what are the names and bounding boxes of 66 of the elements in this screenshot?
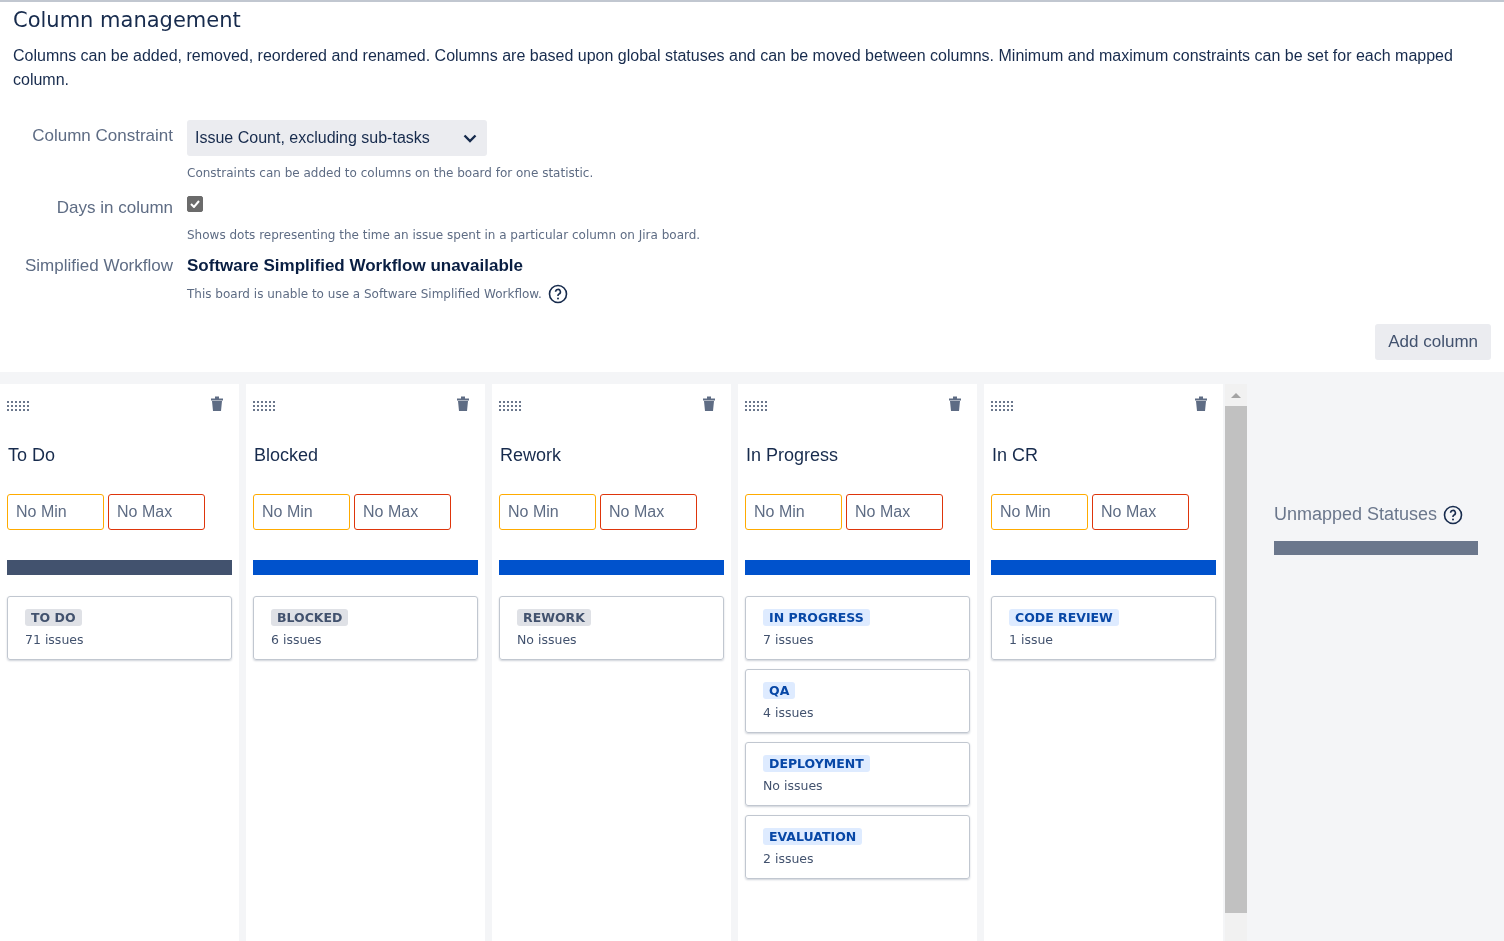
- status-lozenge: CODE REVIEW: [1009, 609, 1119, 626]
- unmapped-title: Unmapped Statuses: [1274, 504, 1438, 525]
- issue-count: 7 issues: [763, 632, 814, 647]
- trash-icon[interactable]: [948, 396, 962, 411]
- workflow-status-text: Software Simplified Workflow unavailable: [187, 256, 524, 276]
- status-card[interactable]: BLOCKED 6 issues: [253, 596, 478, 660]
- trash-icon[interactable]: [1194, 396, 1208, 411]
- status-card[interactable]: REWORK No issues: [499, 596, 724, 660]
- issue-count: No issues: [763, 778, 823, 793]
- column-name[interactable]: Blocked: [254, 445, 478, 466]
- status-card[interactable]: TO DO 71 issues: [7, 596, 232, 660]
- max-input-field[interactable]: No Max: [600, 494, 697, 530]
- column-name[interactable]: In CR: [992, 445, 1216, 466]
- status-lozenge: BLOCKED: [271, 609, 349, 626]
- column-name[interactable]: To Do: [8, 445, 232, 466]
- status-lozenge: DEPLOYMENT: [763, 755, 870, 772]
- status-card[interactable]: EVALUATION 2 issues: [745, 815, 970, 879]
- chevron-down-icon: [463, 133, 477, 143]
- min-input-field[interactable]: No Min: [7, 494, 104, 530]
- trash-icon[interactable]: [456, 396, 470, 411]
- status-lozenge: IN PROGRESS: [763, 609, 870, 626]
- max-input-field[interactable]: No Max: [108, 494, 205, 530]
- drag-handle-icon[interactable]: [253, 399, 276, 412]
- status-card[interactable]: CODE REVIEW 1 issue: [991, 596, 1216, 660]
- description-text: Columns can be added, removed, reordered and renamed. Columns are based upon global statuses and can be moved between columns. Minimum and maximum constraints can be set for each mapped column.: [13, 46, 1454, 90]
- checkbox[interactable]: [187, 196, 203, 212]
- trash-icon[interactable]: [210, 396, 224, 411]
- max-input-field[interactable]: No Max: [354, 494, 451, 530]
- status-lozenge: EVALUATION: [763, 828, 863, 845]
- help-text: This board is unable to use a Software Simplified Workflow.: [187, 287, 542, 301]
- issue-count: 4 issues: [763, 705, 814, 720]
- column-name[interactable]: In Progress: [746, 445, 970, 466]
- min-input-field[interactable]: No Min: [253, 494, 350, 530]
- min-input-field[interactable]: No Min: [745, 494, 842, 530]
- add-column-button[interactable]: Add column: [1375, 324, 1491, 360]
- issue-count: 71 issues: [25, 632, 84, 647]
- min-input-field[interactable]: No Min: [991, 494, 1088, 530]
- help-icon[interactable]: [1443, 504, 1464, 525]
- trash-icon[interactable]: [702, 396, 716, 411]
- status-lozenge: REWORK: [517, 609, 591, 626]
- status-card[interactable]: QA 4 issues: [745, 669, 970, 733]
- column-name[interactable]: Rework: [500, 445, 724, 466]
- min-input-field[interactable]: No Min: [499, 494, 596, 530]
- help-text: Constraints can be added to columns on the board for one statistic.: [187, 166, 595, 180]
- help-text: Shows dots representing the time an issue spent in a particular column on Jira board.: [187, 228, 702, 242]
- issue-count: 6 issues: [271, 632, 322, 647]
- status-card[interactable]: IN PROGRESS 7 issues: [745, 596, 970, 660]
- drag-handle-icon[interactable]: [991, 399, 1014, 412]
- max-input-field[interactable]: No Max: [846, 494, 943, 530]
- status-lozenge: QA: [763, 682, 796, 699]
- drag-handle-icon[interactable]: [499, 399, 522, 412]
- checkmark-icon: [190, 200, 200, 208]
- issue-count: 1 issue: [1009, 632, 1054, 647]
- drag-handle-icon[interactable]: [745, 399, 768, 412]
- issue-count: No issues: [517, 632, 577, 647]
- drag-handle-icon[interactable]: [7, 399, 30, 412]
- page-title: Column management: [13, 8, 242, 32]
- issue-count: 2 issues: [763, 851, 814, 866]
- status-lozenge: TO DO: [25, 609, 82, 626]
- field-label: Days in column: [55, 197, 173, 219]
- help-icon[interactable]: [547, 284, 568, 304]
- status-card[interactable]: DEPLOYMENT No issues: [745, 742, 970, 806]
- max-input-field[interactable]: No Max: [1092, 494, 1189, 530]
- field-label: Simplified Workflow: [24, 256, 173, 277]
- field-label: Column Constraint: [31, 125, 173, 147]
- constraint-dropdown[interactable]: Issue Count, excluding sub-tasks: [187, 120, 487, 156]
